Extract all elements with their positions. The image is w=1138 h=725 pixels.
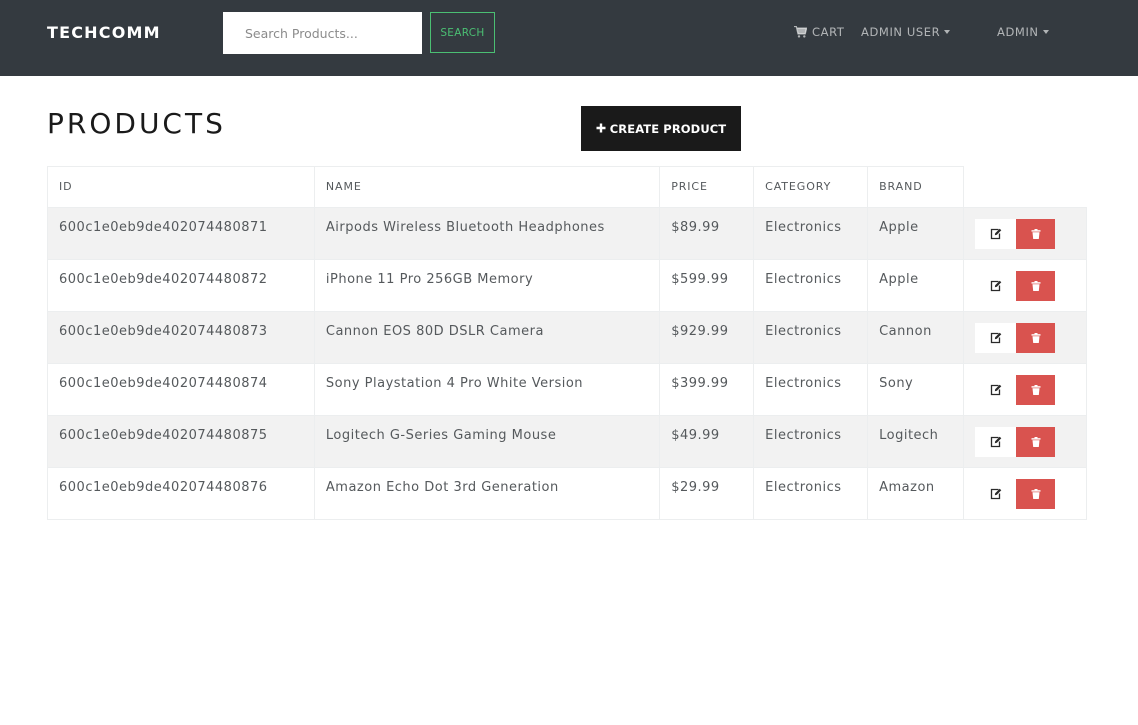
column-header-price: PRICE [659,166,755,208]
product-id-cell: 600c1e0eb9de402074480873 [47,311,315,364]
search-input[interactable] [223,12,422,54]
product-brand-cell: Logitech [867,415,965,468]
product-category-cell: Electronics [753,259,869,312]
user-dropdown[interactable]: ADMIN USER [861,24,951,40]
products-table: ID NAME PRICE CATEGORY BRAND 600c1e0eb9d… [47,166,1087,520]
table-row: 600c1e0eb9de402074480875 Logitech G-Seri… [47,415,1087,468]
column-header-category: CATEGORY [753,166,869,208]
product-price-cell: $599.99 [659,259,755,312]
product-category-cell: Electronics [753,415,869,468]
row-actions-cell [963,363,1087,416]
product-name-cell: Airpods Wireless Bluetooth Headphones [313,207,661,260]
product-category-cell: Electronics [753,311,869,364]
delete-product-button[interactable] [1016,323,1056,353]
product-name-cell: Sony Playstation 4 Pro White Version [313,363,661,416]
product-name-cell: Logitech G-Series Gaming Mouse [313,415,661,468]
shopping-cart-icon [794,25,808,42]
page-title: PRODUCTS [47,107,226,140]
row-actions-cell [963,415,1087,468]
product-brand-cell: Sony [867,363,965,416]
product-category-cell: Electronics [753,207,869,260]
product-brand-cell: Apple [867,259,965,312]
create-product-label: CREATE PRODUCT [609,121,727,136]
edit-product-button[interactable] [975,323,1017,353]
table-row: 600c1e0eb9de402074480876 Amazon Echo Dot… [47,467,1087,520]
create-product-button[interactable]: CREATE PRODUCT [581,106,741,151]
caret-down-icon [1042,30,1049,34]
delete-product-button[interactable] [1016,427,1056,457]
product-brand-cell: Cannon [867,311,965,364]
product-name-cell: Amazon Echo Dot 3rd Generation [313,467,661,520]
product-id-cell: 600c1e0eb9de402074480876 [47,467,315,520]
user-dropdown-label: ADMIN USER [861,25,941,39]
edit-product-button[interactable] [975,219,1017,249]
product-category-cell: Electronics [753,363,869,416]
product-price-cell: $89.99 [659,207,755,260]
table-header-row: ID NAME PRICE CATEGORY BRAND [47,166,1087,208]
product-id-cell: 600c1e0eb9de402074480874 [47,363,315,416]
delete-product-button[interactable] [1016,219,1056,249]
product-id-cell: 600c1e0eb9de402074480875 [47,415,315,468]
edit-product-button[interactable] [975,375,1017,405]
delete-product-button[interactable] [1016,479,1056,509]
product-name-cell: iPhone 11 Pro 256GB Memory [313,259,661,312]
edit-product-button[interactable] [975,479,1017,509]
table-row: 600c1e0eb9de402074480873 Cannon EOS 80D … [47,311,1087,364]
cart-link[interactable]: CART [794,24,844,40]
brand-logo[interactable]: TECHCOMM [47,22,161,44]
product-category-cell: Electronics [753,467,869,520]
row-actions-cell [963,207,1087,260]
table-row: 600c1e0eb9de402074480874 Sony Playstatio… [47,363,1087,416]
product-brand-cell: Apple [867,207,965,260]
product-brand-cell: Amazon [867,467,965,520]
column-header-id: ID [47,166,315,208]
row-actions-cell [963,311,1087,364]
admin-dropdown-label: ADMIN [997,25,1039,39]
caret-down-icon [944,30,951,34]
table-row: 600c1e0eb9de402074480872 iPhone 11 Pro 2… [47,259,1087,312]
search-button[interactable]: SEARCH [430,12,495,53]
row-actions-cell [963,259,1087,312]
top-navbar: TECHCOMM SEARCH CART ADMIN USER ADMIN [0,0,1138,76]
table-row: 600c1e0eb9de402074480871 Airpods Wireles… [47,207,1087,260]
product-id-cell: 600c1e0eb9de402074480872 [47,259,315,312]
edit-product-button[interactable] [975,271,1017,301]
product-name-cell: Cannon EOS 80D DSLR Camera [313,311,661,364]
product-price-cell: $29.99 [659,467,755,520]
delete-product-button[interactable] [1016,375,1056,405]
product-price-cell: $49.99 [659,415,755,468]
column-header-name: NAME [313,166,661,208]
plus-icon [596,121,606,136]
product-price-cell: $399.99 [659,363,755,416]
column-header-brand: BRAND [867,166,965,208]
admin-dropdown[interactable]: ADMIN [997,24,1049,40]
column-header-actions [963,166,1087,208]
edit-product-button[interactable] [975,427,1017,457]
cart-label: CART [812,25,845,39]
row-actions-cell [963,467,1087,520]
product-price-cell: $929.99 [659,311,755,364]
product-id-cell: 600c1e0eb9de402074480871 [47,207,315,260]
delete-product-button[interactable] [1016,271,1056,301]
